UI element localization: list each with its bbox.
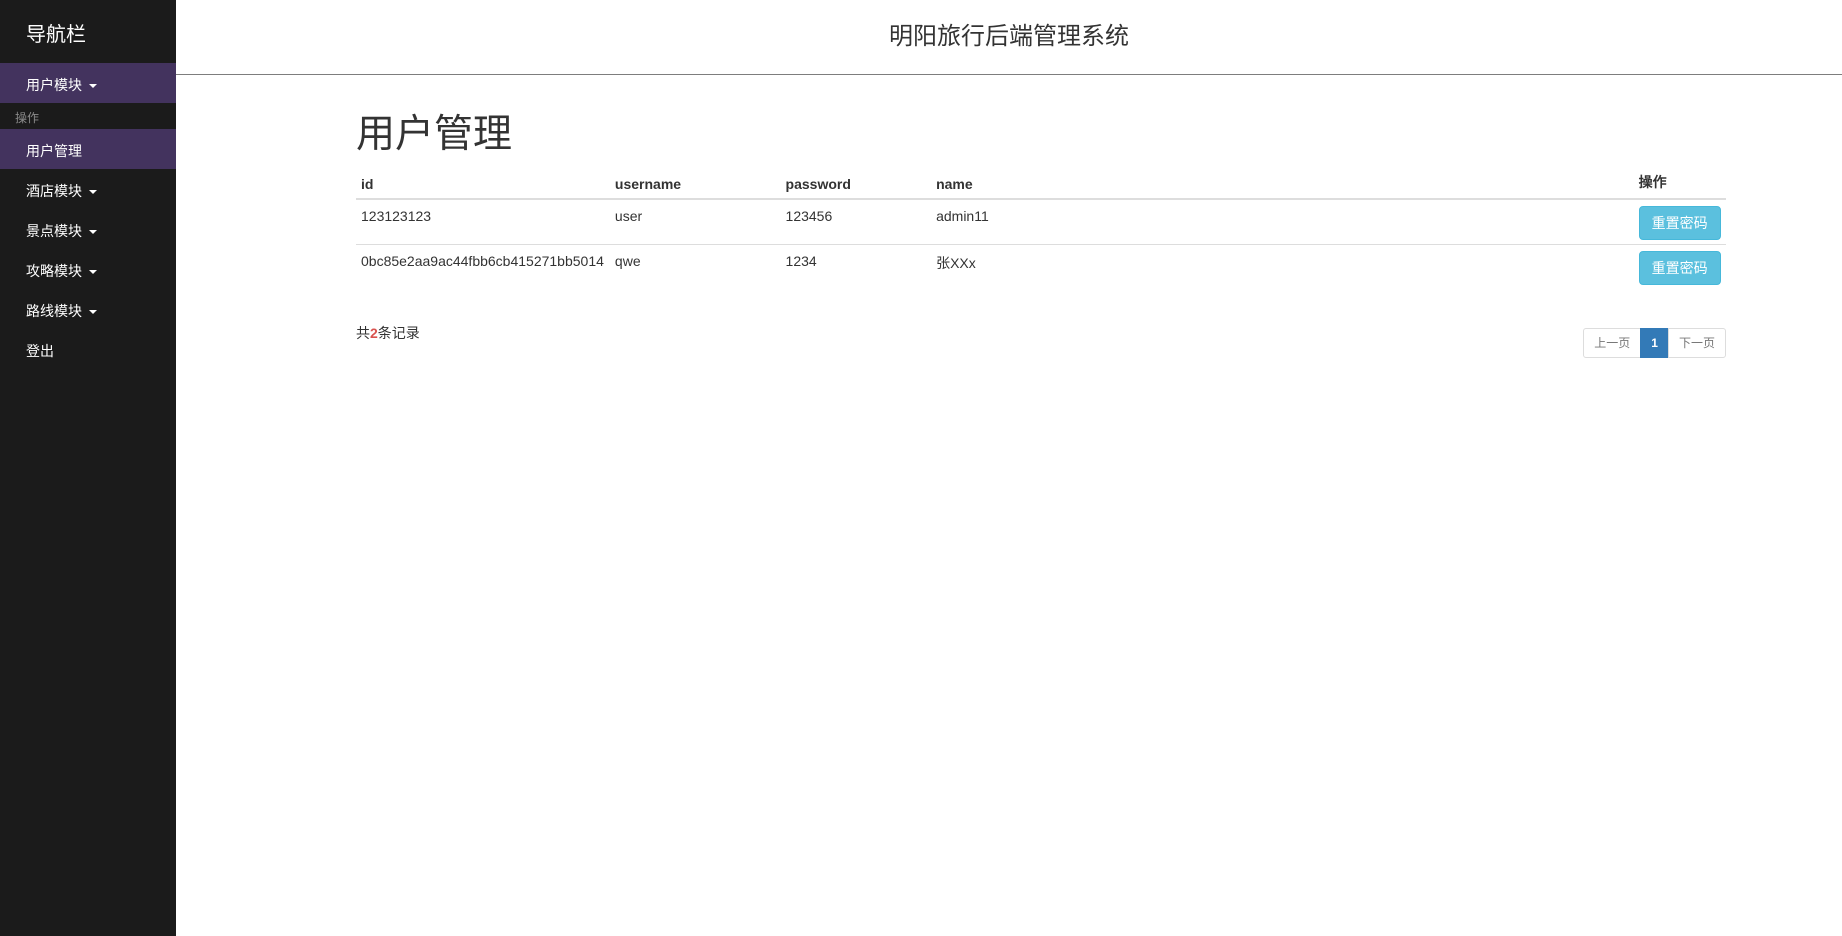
page-1-button[interactable]: 1 <box>1640 328 1669 358</box>
top-header: 明阳旅行后端管理系统 <box>176 0 1842 75</box>
cell-password: 123456 <box>785 208 833 224</box>
sidebar-section-header: 操作 <box>15 111 40 125</box>
column-header-name: name <box>931 172 1634 200</box>
sidebar-item-label: 登出 <box>26 343 54 359</box>
sidebar-item-label: 酒店模块 <box>26 183 82 199</box>
table-header-row: id username password name 操作 <box>356 172 1726 200</box>
cell-username: user <box>614 208 643 224</box>
app-title: 明阳旅行后端管理系统 <box>889 23 1129 50</box>
caret-down-icon <box>89 310 97 315</box>
reset-password-button[interactable]: 重置密码 <box>1638 206 1721 240</box>
sidebar-item-label: 景点模块 <box>26 223 82 239</box>
caret-down-icon <box>89 84 97 89</box>
sidebar-item-user-module[interactable]: 用户模块 <box>0 63 176 103</box>
caret-down-icon <box>89 270 97 275</box>
cell-actions: 重置密码 <box>1633 243 1726 289</box>
table-row: 123123123 user 123456 admin11 重置密码 <box>356 199 1726 244</box>
cell-name: 张XXx <box>931 243 1634 289</box>
sidebar-item-logout[interactable]: 登出 <box>0 329 176 369</box>
sidebar-item-user-management[interactable]: 用户管理 <box>0 129 176 169</box>
caret-down-icon <box>89 230 97 235</box>
prev-page-button[interactable]: 上一页 <box>1583 328 1642 358</box>
sidebar: 导航栏 用户模块 操作 用户管理 酒店模块 景点模块 攻略模块 路线模块 登出 <box>0 0 176 936</box>
sidebar-item-label: 路线模块 <box>26 303 82 319</box>
record-count-number: 2 <box>370 325 378 341</box>
reset-password-button[interactable]: 重置密码 <box>1638 250 1721 285</box>
sidebar-item-label: 用户管理 <box>26 143 82 159</box>
column-header-actions: 操作 <box>1633 172 1726 200</box>
cell-name: admin11 <box>936 208 989 224</box>
cell-id: 123123123 <box>361 208 432 224</box>
page-title: 用户管理 <box>356 113 513 156</box>
main-content: 用户管理 id username password name 操作 123123… <box>356 110 1726 383</box>
caret-down-icon <box>89 190 97 195</box>
sidebar-item-hotel-module[interactable]: 酒店模块 <box>0 169 176 209</box>
sidebar-item-route-module[interactable]: 路线模块 <box>0 289 176 329</box>
next-page-button[interactable]: 下一页 <box>1667 328 1726 358</box>
sidebar-item-attraction-module[interactable]: 景点模块 <box>0 209 176 249</box>
cell-actions: 重置密码 <box>1634 199 1726 244</box>
cell-username: qwe <box>609 243 781 289</box>
sidebar-item-label: 攻略模块 <box>26 263 82 279</box>
cell-id: 0bc85e2aa9ac44fbb6cb415271bb5014 <box>356 243 610 289</box>
pagination: 上一页 1 下一页 <box>1583 328 1726 358</box>
sidebar-item-guide-module[interactable]: 攻略模块 <box>0 249 176 289</box>
sidebar-item-label: 用户模块 <box>26 77 82 93</box>
record-count-suffix: 条记录 <box>377 325 420 341</box>
table-footer: 共2条记录 上一页 1 下一页 <box>356 323 1726 383</box>
record-count-prefix: 共 <box>356 325 370 341</box>
column-header-username: username <box>609 172 781 200</box>
column-header-id: id <box>356 172 610 200</box>
cell-password: 1234 <box>780 243 932 289</box>
users-table: id username password name 操作 123123123 u… <box>356 172 1726 289</box>
table-row: 0bc85e2aa9ac44fbb6cb415271bb5014 qwe 123… <box>356 243 1726 289</box>
column-header-password: password <box>780 172 932 200</box>
record-count: 共2条记录 <box>356 323 1726 343</box>
sidebar-brand: 导航栏 <box>26 24 86 46</box>
